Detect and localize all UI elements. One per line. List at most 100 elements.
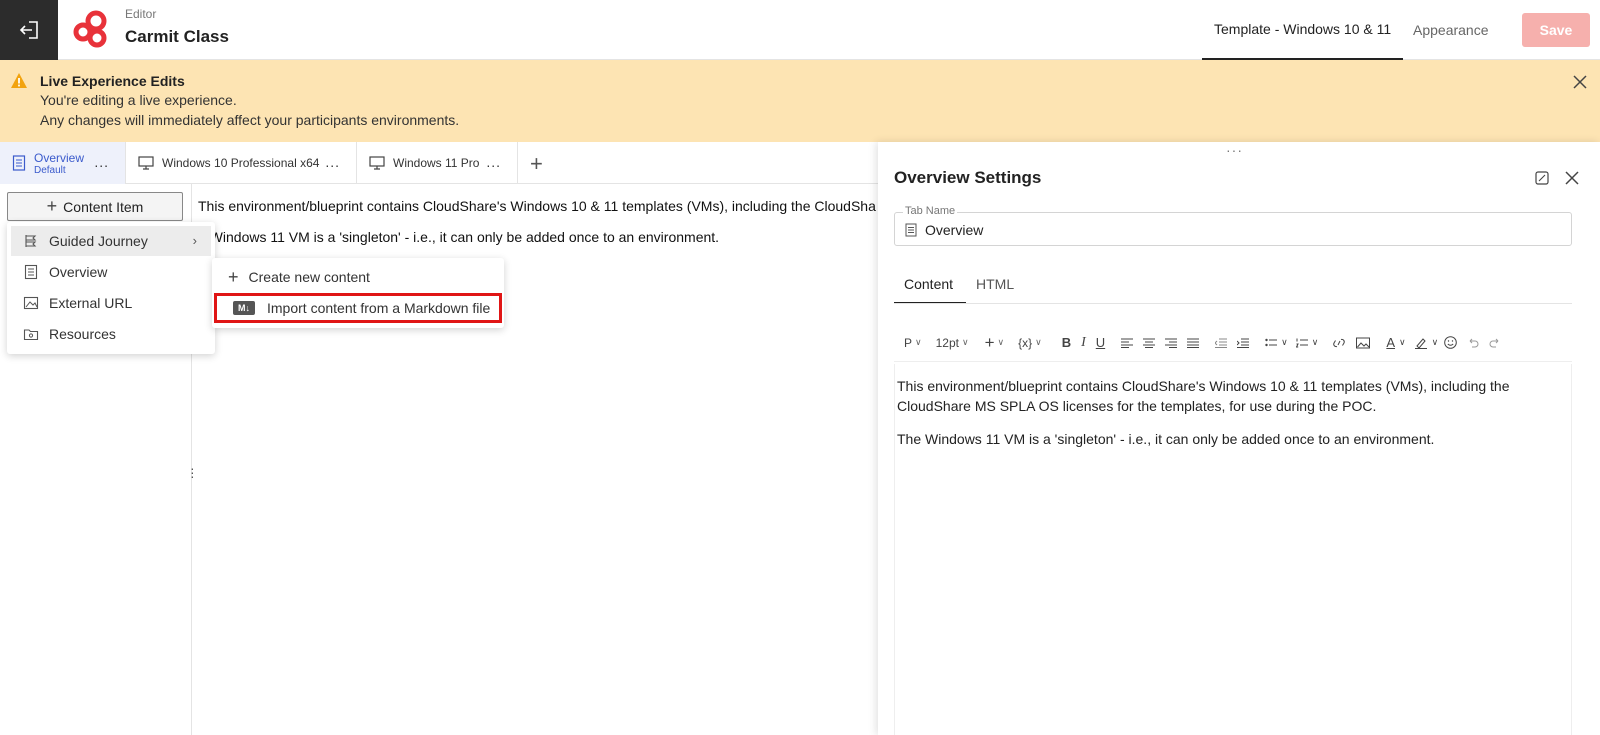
chevron-down-icon[interactable]: ∨ xyxy=(1432,337,1439,348)
alert-message-1: You're editing a live experience. xyxy=(40,92,237,108)
overview-settings-panel: ··· Overview Settings Tab Name Overview … xyxy=(878,142,1600,735)
link-icon[interactable] xyxy=(1332,337,1346,349)
tab-more-button[interactable]: ... xyxy=(486,154,501,170)
tab-overview-label: Overview xyxy=(34,150,85,165)
menu-item-resources[interactable]: Resources xyxy=(11,319,211,349)
brand-logo xyxy=(73,10,107,48)
align-justify-icon[interactable] xyxy=(1187,338,1200,348)
align-center-icon[interactable] xyxy=(1143,338,1156,348)
italic-button[interactable]: I xyxy=(1081,335,1086,351)
monitor-icon xyxy=(369,156,385,170)
folder-icon xyxy=(23,329,39,341)
chevron-down-icon[interactable]: ∨ xyxy=(1281,337,1288,348)
subtabs-divider xyxy=(894,303,1572,304)
exit-icon xyxy=(19,21,38,39)
tab-content[interactable]: Content xyxy=(894,266,966,304)
markdown-icon: M↓ xyxy=(233,301,255,315)
project-title: Carmit Class xyxy=(125,27,229,46)
tab-appearance[interactable]: Appearance xyxy=(1401,0,1501,60)
resize-handle[interactable]: · · · xyxy=(190,461,195,483)
editor-toolbar: P ∨ 12pt ∨ + ∨ {x} ∨ B I U ∨ ∨ A ∨ ∨ xyxy=(894,324,1572,362)
tab-windows-10[interactable]: Windows 10 Professional x64 ... xyxy=(126,142,357,184)
chevron-down-icon: ∨ xyxy=(961,337,969,347)
warning-icon xyxy=(11,73,27,88)
insert-dropdown[interactable]: + ∨ xyxy=(985,333,1005,353)
menu-item-label: Guided Journey xyxy=(49,233,148,249)
create-new-content-label: Create new content xyxy=(248,269,370,285)
tab-template[interactable]: Template - Windows 10 & 11 xyxy=(1202,0,1404,60)
chevron-down-icon: ∨ xyxy=(915,337,922,347)
menu-item-overview[interactable]: Overview xyxy=(11,257,211,287)
tab-overview[interactable]: Overview Default ... xyxy=(0,142,126,184)
exit-button[interactable] xyxy=(0,0,58,60)
drag-handle[interactable]: ··· xyxy=(1226,142,1243,158)
alert-message-2: Any changes will immediately affect your… xyxy=(40,112,460,128)
live-edits-alert: Live Experience Edits You're editing a l… xyxy=(0,60,1600,142)
create-new-content-item[interactable]: + Create new content xyxy=(212,262,504,292)
import-markdown-label: Import content from a Markdown file xyxy=(267,300,491,316)
alert-title: Live Experience Edits xyxy=(40,73,185,89)
save-button[interactable]: Save xyxy=(1522,13,1590,47)
tab-windows-11-label: Windows 11 Pro xyxy=(393,156,480,170)
align-left-icon[interactable] xyxy=(1121,338,1134,348)
close-icon[interactable] xyxy=(1572,74,1588,90)
chevron-down-icon[interactable]: ∨ xyxy=(1312,337,1319,348)
chevron-down-icon[interactable]: ∨ xyxy=(1399,337,1406,348)
tab-name-label: Tab Name xyxy=(903,205,958,217)
chevron-down-icon: ∨ xyxy=(997,337,1005,347)
menu-item-label: Overview xyxy=(49,264,108,280)
align-right-icon[interactable] xyxy=(1165,338,1178,348)
underline-button[interactable]: U xyxy=(1096,335,1105,350)
add-content-item-button[interactable]: + Content Item xyxy=(7,192,183,221)
indent-icon[interactable] xyxy=(1237,338,1250,348)
text-color-icon[interactable]: A xyxy=(1386,335,1395,350)
chevron-right-icon: › xyxy=(192,233,197,248)
image-icon[interactable] xyxy=(1356,337,1371,349)
app-header: Editor Carmit Class Template - Windows 1… xyxy=(0,0,1600,60)
close-icon[interactable] xyxy=(1564,170,1580,186)
font-size-dropdown[interactable]: 12pt ∨ xyxy=(936,336,969,350)
emoji-icon[interactable] xyxy=(1444,336,1458,349)
link-image-icon xyxy=(23,296,39,310)
editor-paragraph-2: The Windows 11 VM is a 'singleton' - i.e… xyxy=(897,431,1435,447)
redo-icon[interactable] xyxy=(1489,338,1501,348)
menu-item-external-url[interactable]: External URL xyxy=(11,288,211,318)
journey-icon xyxy=(25,235,37,247)
plus-icon: + xyxy=(46,196,58,216)
content-item-menu: Guided Journey › Overview External URL R… xyxy=(7,222,215,354)
guided-journey-submenu: + Create new content M↓ Import content f… xyxy=(212,258,504,328)
preview-paragraph-1: This environment/blueprint contains Clou… xyxy=(198,198,876,214)
tab-overview-sublabel: Default xyxy=(34,164,66,176)
tab-name-input[interactable]: Tab Name Overview xyxy=(894,205,1572,246)
document-icon xyxy=(24,264,38,280)
bullet-list-icon[interactable] xyxy=(1265,338,1278,348)
content-item-label: Content Item xyxy=(63,198,144,215)
highlight-icon[interactable] xyxy=(1414,337,1428,349)
content-editor[interactable]: This environment/blueprint contains Clou… xyxy=(894,364,1572,735)
editor-paragraph-1: This environment/blueprint contains Clou… xyxy=(897,378,1510,414)
outdent-icon[interactable] xyxy=(1215,338,1228,348)
expand-icon[interactable] xyxy=(1534,170,1550,186)
add-tab-button[interactable]: + xyxy=(530,151,543,177)
tab-windows-10-label: Windows 10 Professional x64 xyxy=(162,156,320,170)
tab-windows-11[interactable]: Windows 11 Pro ... xyxy=(357,142,518,184)
paragraph-style-dropdown[interactable]: P ∨ xyxy=(904,336,922,350)
numbered-list-icon[interactable] xyxy=(1295,338,1308,348)
variable-dropdown[interactable]: {x} ∨ xyxy=(1018,336,1042,350)
plus-icon: + xyxy=(228,266,239,287)
import-markdown-item[interactable]: M↓ Import content from a Markdown file xyxy=(214,293,502,323)
tab-html[interactable]: HTML xyxy=(966,266,1024,304)
chevron-down-icon: ∨ xyxy=(1035,337,1042,347)
document-icon xyxy=(905,223,917,237)
monitor-icon xyxy=(138,156,154,170)
settings-title: Overview Settings xyxy=(894,168,1042,187)
undo-icon[interactable] xyxy=(1467,338,1479,348)
tab-more-button[interactable]: ... xyxy=(325,154,340,170)
tab-name-value: Overview xyxy=(925,222,984,238)
menu-item-guided-journey[interactable]: Guided Journey › xyxy=(11,226,211,256)
menu-item-label: External URL xyxy=(49,295,133,311)
tab-more-button[interactable]: ... xyxy=(94,154,109,170)
bold-button[interactable]: B xyxy=(1062,335,1071,350)
document-icon xyxy=(12,155,26,171)
environment-tab-strip: Overview Default ... Windows 10 Professi… xyxy=(0,142,878,184)
